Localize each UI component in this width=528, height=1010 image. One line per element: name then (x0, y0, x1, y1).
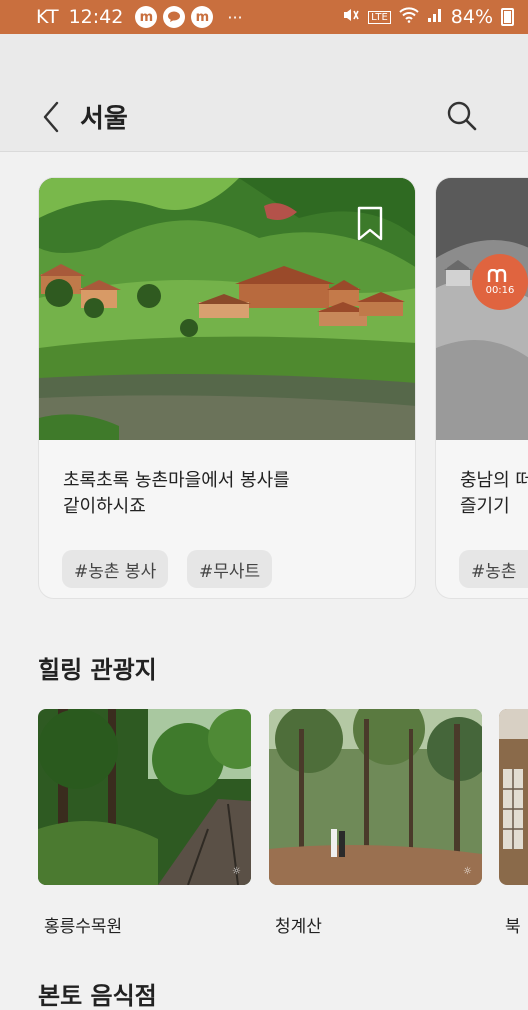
card-image-rural-village (39, 178, 415, 440)
tag-chip[interactable]: #농촌 (459, 550, 528, 588)
section-title-restaurants: 본토 음식점 (38, 982, 157, 1010)
place-image-forest-boardwalk: ☼ (38, 709, 251, 885)
card-title-line: 즐기기 (460, 496, 510, 517)
status-bar: KT 12:42 m m ··· LTE 84% (0, 0, 528, 34)
lte-icon: LTE (368, 10, 391, 24)
video-logo-icon (487, 268, 507, 282)
tag-chip[interactable]: #농촌 봉사 (62, 550, 169, 588)
card-title-line: 충남의 떠 (460, 470, 528, 491)
more-notifications-icon: ··· (227, 7, 243, 27)
card-title: 충남의 떠 즐기기 (460, 468, 528, 520)
signal-icon (427, 6, 443, 28)
messenger-m-icon: m (135, 6, 158, 28)
chat-bubble-icon (163, 6, 186, 28)
bookmark-icon (357, 206, 383, 241)
card-image-winter-scene: 00:16 (436, 178, 528, 440)
search-icon (447, 101, 477, 131)
video-play-badge[interactable]: 00:16 (472, 254, 528, 310)
app-header: 서울 (0, 34, 528, 152)
tag-chip[interactable]: #무사트 (187, 550, 273, 588)
search-button[interactable] (444, 98, 480, 134)
status-right: LTE 84% (342, 6, 514, 28)
battery-icon (501, 8, 514, 26)
back-button[interactable] (36, 100, 66, 134)
page-title: 서울 (80, 104, 128, 134)
place-card[interactable]: ☼ 홍릉수목원 (38, 709, 251, 937)
featured-card[interactable]: 00:16 충남의 떠 즐기기 (435, 177, 528, 599)
video-duration: 00:16 (485, 284, 515, 296)
featured-card[interactable]: 초록초록 농촌마을에서 봉사를 같이하시죠 (38, 177, 416, 599)
watermark-logo: ☼ (463, 866, 472, 877)
messenger-m-icon: m (191, 6, 214, 28)
place-image-hanok (499, 709, 528, 885)
place-card[interactable]: ☼ 청계산 (269, 709, 482, 937)
carrier-label: KT (36, 6, 59, 28)
card-title: 초록초록 농촌마을에서 봉사를 같이하시죠 (63, 468, 363, 520)
place-name: 북 (505, 917, 521, 937)
section-title-healing: 힐링 관광지 (38, 656, 157, 684)
place-card[interactable]: 북 (499, 709, 528, 937)
wifi-icon (399, 6, 419, 28)
place-image-pine-forest: ☼ (269, 709, 482, 885)
status-left: KT 12:42 m m ··· (36, 6, 243, 28)
card-title-line: 같이하시죠 (63, 496, 146, 517)
clock: 12:42 (68, 6, 124, 28)
place-name: 청계산 (275, 917, 322, 937)
card-title-line: 초록초록 농촌마을에서 봉사를 (63, 470, 290, 491)
watermark-logo: ☼ (232, 866, 241, 877)
battery-percent: 84% (450, 6, 493, 28)
bookmark-button[interactable] (355, 206, 385, 242)
place-name: 홍릉수목원 (44, 917, 123, 937)
mute-icon (342, 6, 360, 28)
chevron-left-icon (43, 101, 59, 133)
